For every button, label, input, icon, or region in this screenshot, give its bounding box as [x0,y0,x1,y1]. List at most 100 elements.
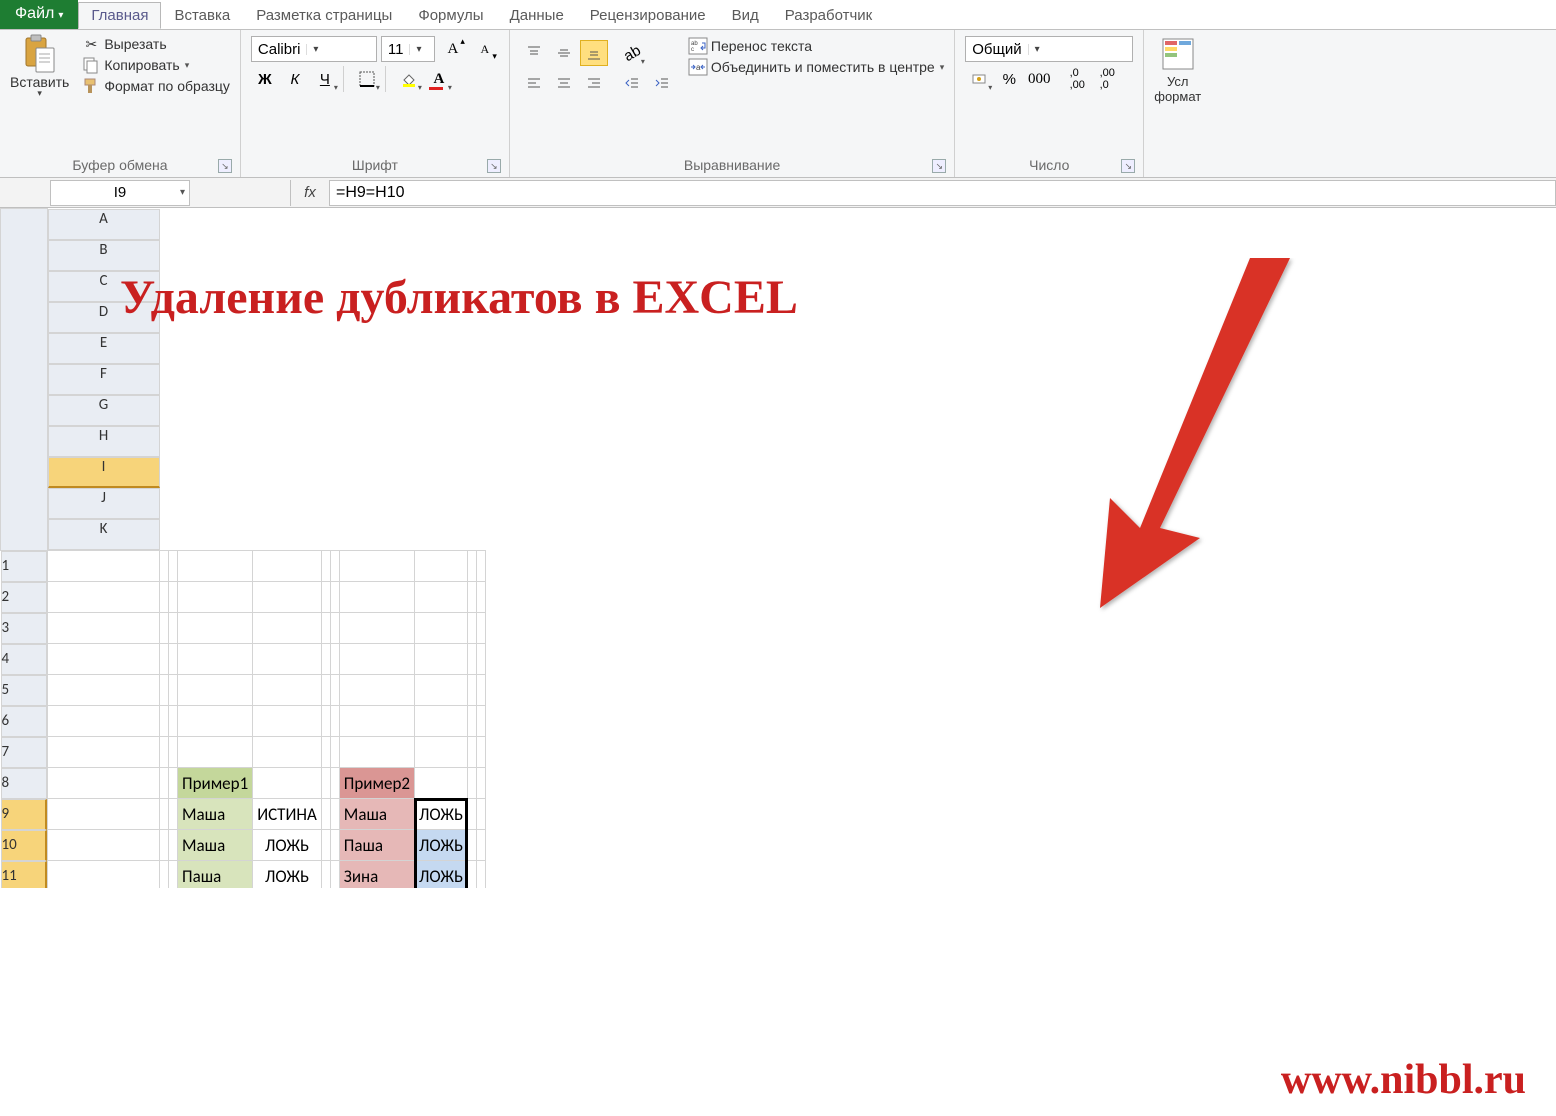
cell-G2[interactable] [330,582,339,613]
decrease-indent-button[interactable] [618,70,646,96]
cell-E3[interactable] [253,613,322,644]
column-header-B[interactable]: B [48,240,160,271]
cell-I3[interactable] [415,613,468,644]
cell-A7[interactable] [47,737,160,768]
column-header-G[interactable]: G [48,395,160,426]
formula-input[interactable]: =H9=H10 [330,180,1556,206]
cell-G3[interactable] [330,613,339,644]
row-header-8[interactable]: 8 [1,768,47,799]
name-box[interactable]: I9▾ [50,180,190,206]
cell-D11[interactable]: Паша [178,861,253,889]
cell-I7[interactable] [415,737,468,768]
cell-A6[interactable] [47,706,160,737]
cell-G1[interactable] [330,550,339,582]
row-header-2[interactable]: 2 [1,582,47,613]
cell-I11[interactable]: ЛОЖЬ [415,861,468,889]
tab-view[interactable]: Вид [719,2,772,29]
cell-D6[interactable] [178,706,253,737]
cell-E10[interactable]: ЛОЖЬ [253,830,322,861]
paste-dropdown-icon[interactable]: ▾ [37,88,42,99]
cell-K11[interactable] [477,861,486,889]
cell-H11[interactable]: Зина [339,861,414,889]
cell-H5[interactable] [339,675,414,706]
cell-F6[interactable] [321,706,330,737]
grow-font-button[interactable]: A▴ [439,36,467,62]
column-header-E[interactable]: E [48,333,160,364]
percent-button[interactable]: % [995,66,1023,92]
cell-K1[interactable] [477,550,486,582]
cell-K4[interactable] [477,644,486,675]
cell-G9[interactable] [330,799,339,830]
decrease-decimal-button[interactable]: ,00,0 [1093,66,1121,92]
cell-B11[interactable] [160,861,169,889]
increase-decimal-button[interactable]: ,0,00 [1063,66,1091,92]
cell-E6[interactable] [253,706,322,737]
align-top-button[interactable] [520,40,548,66]
cell-J9[interactable] [468,799,477,830]
cell-C5[interactable] [169,675,178,706]
cell-G7[interactable] [330,737,339,768]
cell-C6[interactable] [169,706,178,737]
cell-K2[interactable] [477,582,486,613]
clipboard-dialog-icon[interactable]: ↘ [218,159,232,173]
cell-G4[interactable] [330,644,339,675]
number-format-combo[interactable]: Общий▾ [965,36,1133,62]
cell-E5[interactable] [253,675,322,706]
increase-indent-button[interactable] [648,70,676,96]
cell-E1[interactable] [253,550,322,582]
font-name-combo[interactable]: Calibri▾ [251,36,377,62]
cell-H10[interactable]: Паша [339,830,414,861]
cell-F7[interactable] [321,737,330,768]
cell-I5[interactable] [415,675,468,706]
cell-K3[interactable] [477,613,486,644]
tab-formulas[interactable]: Формулы [405,2,496,29]
cell-A10[interactable] [47,830,160,861]
cell-B2[interactable] [160,582,169,613]
cell-B1[interactable] [160,550,169,582]
cell-J4[interactable] [468,644,477,675]
column-header-A[interactable]: A [48,209,160,240]
cell-E8[interactable] [253,768,322,799]
row-header-9[interactable]: 9 [1,799,47,830]
cut-button[interactable]: ✂ Вырезать [79,34,232,54]
cell-A3[interactable] [47,613,160,644]
cell-G8[interactable] [330,768,339,799]
cell-B3[interactable] [160,613,169,644]
cell-J6[interactable] [468,706,477,737]
italic-button[interactable]: К [281,66,309,92]
cell-K10[interactable] [477,830,486,861]
row-header-1[interactable]: 1 [1,551,47,582]
cell-D3[interactable] [178,613,253,644]
tab-home[interactable]: Главная [78,2,161,29]
border-button[interactable]: ▾ [353,66,381,92]
cell-F11[interactable] [321,861,330,889]
align-left-button[interactable] [520,70,548,96]
font-size-combo[interactable]: 11▾ [381,36,435,62]
cell-E2[interactable] [253,582,322,613]
orientation-button[interactable]: ab▾ [618,40,646,66]
column-header-H[interactable]: H [48,426,160,457]
row-header-4[interactable]: 4 [1,644,47,675]
cell-A8[interactable] [47,768,160,799]
font-dialog-icon[interactable]: ↘ [487,159,501,173]
cell-A2[interactable] [47,582,160,613]
row-header-7[interactable]: 7 [1,737,47,768]
align-right-button[interactable] [580,70,608,96]
cell-H4[interactable] [339,644,414,675]
row-header-10[interactable]: 10 [1,830,47,861]
select-all-corner[interactable] [1,209,48,551]
row-header-3[interactable]: 3 [1,613,47,644]
cell-C8[interactable] [169,768,178,799]
column-header-J[interactable]: J [48,488,160,519]
cell-H6[interactable] [339,706,414,737]
cell-C10[interactable] [169,830,178,861]
tab-review[interactable]: Рецензирование [577,2,719,29]
cell-C9[interactable] [169,799,178,830]
conditional-formatting-button[interactable]: Усл формат [1148,32,1207,106]
cell-D5[interactable] [178,675,253,706]
cell-F2[interactable] [321,582,330,613]
number-dialog-icon[interactable]: ↘ [1121,159,1135,173]
cell-J3[interactable] [468,613,477,644]
cell-G5[interactable] [330,675,339,706]
cell-H2[interactable] [339,582,414,613]
